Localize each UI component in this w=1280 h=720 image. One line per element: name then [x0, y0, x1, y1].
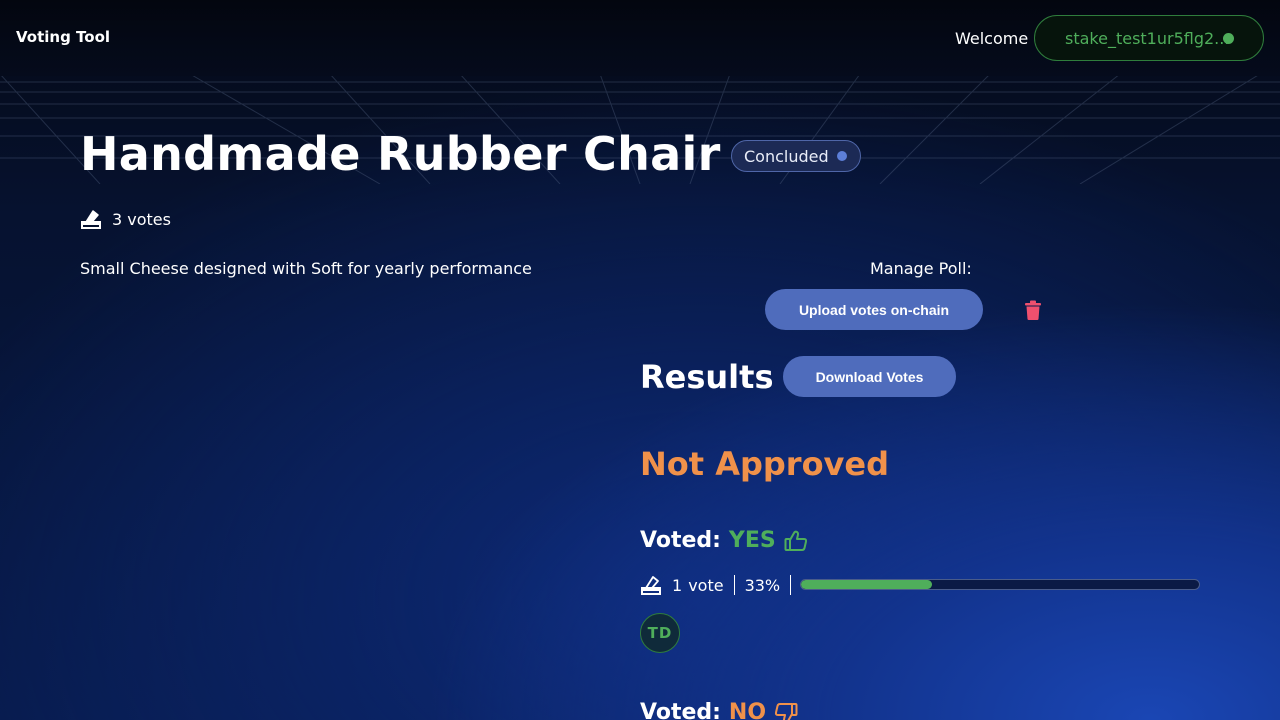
top-bar: Voting Tool Welcome stake_test1ur5flg2..…: [0, 0, 1280, 76]
welcome-text: Welcome: [955, 29, 1029, 48]
voter-avatar[interactable]: TD: [640, 613, 680, 653]
voted-no-label: Voted:: [640, 700, 721, 720]
yes-progress-bar: [800, 579, 1200, 590]
wallet-address-button[interactable]: stake_test1ur5flg2...: [1034, 15, 1264, 61]
upload-votes-button[interactable]: Upload votes on-chain: [765, 289, 983, 330]
poll-description: Small Cheese designed with Soft for year…: [80, 259, 532, 278]
yes-vote-word: vote: [688, 575, 724, 595]
votes-summary: 3 votes: [80, 208, 171, 230]
thumbs-up-icon: [784, 530, 807, 551]
results-heading: Results: [640, 358, 774, 396]
divider: [790, 575, 792, 595]
trash-icon[interactable]: [1024, 300, 1042, 320]
voted-no-value: NO: [728, 700, 767, 720]
poll-outcome: Not Approved: [640, 445, 890, 483]
connection-status-dot: [1223, 33, 1234, 44]
yes-progress-fill: [801, 580, 933, 589]
ballot-icon: [81, 210, 101, 229]
status-dot: [837, 151, 847, 161]
status-badge: Concluded: [731, 140, 861, 172]
ballot-icon: [641, 576, 661, 595]
app-brand[interactable]: Voting Tool: [16, 28, 110, 46]
status-badge-label: Concluded: [744, 146, 829, 166]
divider: [733, 575, 735, 595]
wallet-address-label: stake_test1ur5flg2...: [1065, 28, 1230, 48]
yes-vote-count: 1: [672, 575, 683, 595]
voted-yes-value: YES: [728, 528, 776, 553]
page-title: Handmade Rubber Chair: [80, 127, 721, 181]
download-votes-button[interactable]: Download Votes: [783, 356, 956, 397]
yes-vote-stats: 1 vote 33%: [640, 573, 801, 597]
voted-yes-label: Voted:: [640, 528, 721, 553]
voted-no-row: Voted: NO: [640, 700, 798, 720]
voted-yes-row: Voted: YES: [640, 528, 808, 553]
thumbs-down-icon: [774, 702, 798, 720]
votes-count: 3 votes: [112, 209, 171, 229]
manage-poll-label: Manage Poll:: [870, 259, 972, 278]
yes-vote-percent: 33%: [744, 575, 781, 595]
